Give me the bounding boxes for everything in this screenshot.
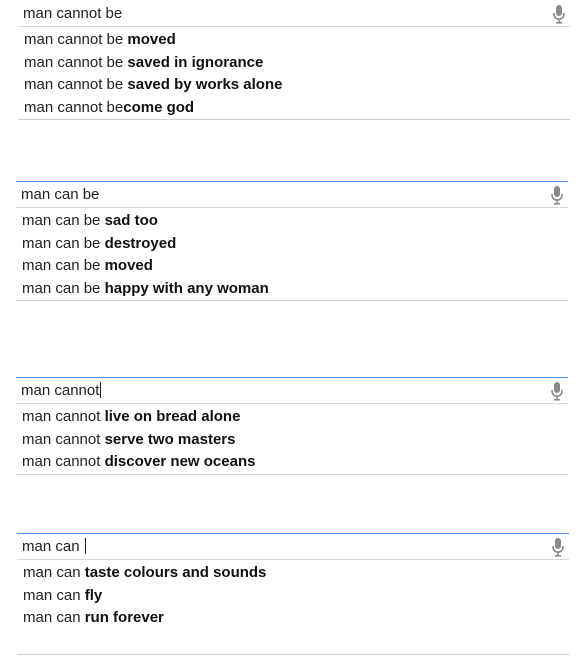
suggestion-item[interactable]: man cannot live on bread alone <box>16 406 568 429</box>
microphone-icon[interactable] <box>552 4 566 24</box>
suggestion-item[interactable]: man can be destroyed <box>16 233 568 256</box>
microphone-icon[interactable] <box>550 185 564 205</box>
microphone-icon[interactable] <box>550 381 564 401</box>
suggestion-item[interactable]: man cannot become god <box>18 97 570 120</box>
search-input[interactable]: man cannot be <box>23 5 122 23</box>
search-input[interactable]: man can be <box>21 186 99 204</box>
suggestion-item[interactable]: man can taste colours and sounds <box>17 562 569 585</box>
suggestion-item[interactable]: man cannot be moved <box>18 29 570 52</box>
autocomplete-block-1: man cannot be man cannot be moved man ca… <box>18 0 570 121</box>
search-input[interactable]: man can <box>22 538 86 556</box>
suggestion-item[interactable]: man cannot serve two masters <box>16 429 568 452</box>
text-caret <box>100 382 102 398</box>
search-box[interactable]: man cannot be <box>18 0 570 27</box>
suggestion-item[interactable]: man cannot discover new oceans <box>16 451 568 474</box>
search-input[interactable]: man cannot <box>21 382 102 400</box>
suggestion-list: man can taste colours and sounds man can… <box>17 560 569 655</box>
suggestion-item[interactable]: man can be sad too <box>16 210 568 233</box>
text-caret <box>84 538 86 554</box>
suggestion-item[interactable]: man can fly <box>17 585 569 608</box>
suggestion-list: man can be sad too man can be destroyed … <box>16 208 568 302</box>
autocomplete-block-2: man can be man can be sad too man can be… <box>16 181 568 302</box>
suggestion-item[interactable]: man can be moved <box>16 255 568 278</box>
search-box[interactable]: man can <box>17 533 569 560</box>
suggestion-item[interactable]: man can be happy with any woman <box>16 278 568 301</box>
autocomplete-block-4: man can man can taste colours and sounds… <box>17 533 569 655</box>
suggestion-item[interactable]: man cannot be saved by works alone <box>18 74 570 97</box>
suggestion-list: man cannot live on bread alone man canno… <box>16 404 568 475</box>
suggestion-item[interactable]: man cannot be saved in ignorance <box>18 52 570 75</box>
microphone-icon[interactable] <box>551 537 565 557</box>
autocomplete-block-3: man cannot man cannot live on bread alon… <box>16 377 568 475</box>
search-box[interactable]: man cannot <box>16 377 568 404</box>
search-box[interactable]: man can be <box>16 181 568 208</box>
suggestion-list: man cannot be moved man cannot be saved … <box>18 27 570 121</box>
suggestion-item[interactable]: man can run forever <box>17 607 569 630</box>
